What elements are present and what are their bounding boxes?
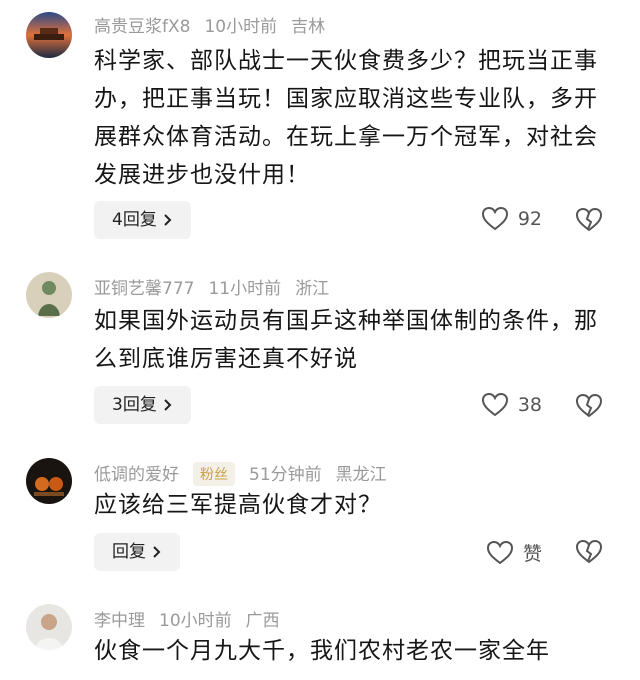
avatar[interactable] [26,12,72,58]
username[interactable]: 亚铜艺馨777 [94,279,194,299]
location: 黑龙江 [335,465,387,485]
like-button[interactable]: 赞 [486,539,542,566]
comment-text: 应该给三军提高伙食才对？ [94,492,382,518]
chevron-right-icon [152,545,162,559]
chevron-right-icon [163,213,173,227]
username[interactable]: 李中理 [94,611,145,631]
avatar[interactable] [26,458,72,504]
like-count: 38 [517,394,542,416]
comment-text: 如果国外运动员有国乒这种举国体制的条件，那么到底谁厉害还真不好说 [94,308,598,372]
comment-text: 科学家、部队战士一天伙食费多少？把玩当正事办，把正事当玩！国家应取消这些专业队，… [94,48,598,188]
username[interactable]: 高贵豆浆fX8 [94,17,190,37]
reply-button[interactable]: 回复 [94,533,180,571]
dislike-button[interactable] [576,540,602,564]
dislike-button[interactable] [576,394,602,418]
broken-heart-icon [576,208,602,232]
timestamp: 10小时前 [159,611,232,631]
timestamp: 11小时前 [208,279,282,299]
location: 吉林 [291,17,326,37]
timestamp: 51分钟前 [249,465,322,485]
avatar[interactable] [26,604,72,650]
like-count: 92 [517,208,542,230]
replies-button[interactable]: 4回复 [94,201,191,239]
avatar[interactable] [26,272,72,318]
broken-heart-icon [576,540,602,564]
comment-meta: 高贵豆浆fX8 10小时前 吉林 [94,12,339,37]
location: 广西 [245,611,280,631]
replies-label: 3回复 [112,395,157,415]
fan-badge: 粉丝 [193,462,235,486]
comment-meta: 亚铜艺馨777 11小时前 浙江 [94,274,343,299]
like-label: 赞 [522,543,542,565]
location: 浙江 [295,279,330,299]
like-button[interactable]: 92 [481,207,542,231]
heart-icon [486,540,513,565]
broken-heart-icon [576,394,602,418]
heart-icon [481,393,508,417]
comment-meta: 李中理 10小时前 广西 [94,606,294,631]
replies-label: 4回复 [112,210,157,230]
timestamp: 10小时前 [204,17,278,37]
dislike-button[interactable] [576,208,602,232]
username[interactable]: 低调的爱好 [94,465,179,485]
reply-label: 回复 [112,542,146,562]
comment-meta: 低调的爱好 粉丝 51分钟前 黑龙江 [94,460,401,487]
comment-text: 伙食一个月九大千，我们农村老农一家全年 [94,638,550,664]
heart-icon [481,207,508,231]
replies-button[interactable]: 3回复 [94,386,191,424]
chevron-right-icon [163,398,173,412]
like-button[interactable]: 38 [481,393,542,417]
